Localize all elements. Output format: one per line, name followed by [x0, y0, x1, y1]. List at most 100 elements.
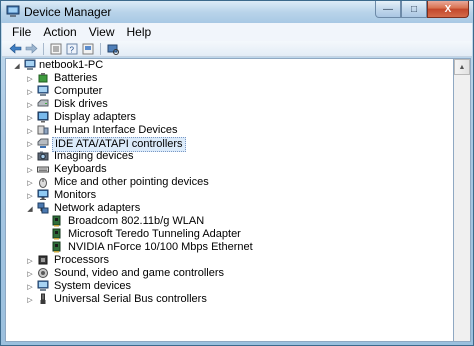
properties-button[interactable]	[49, 42, 63, 55]
forward-button[interactable]	[24, 42, 38, 55]
minimize-button[interactable]: —	[375, 1, 401, 18]
expand-arrow-icon[interactable]: ▷	[26, 269, 34, 278]
close-icon: X	[444, 3, 452, 15]
collapse-arrow-icon[interactable]: ◢	[26, 204, 34, 213]
expand-arrow-icon[interactable]: ▷	[26, 74, 34, 83]
tree-child-teredo[interactable]: Microsoft Teredo Tunneling Adapter	[6, 228, 446, 241]
expand-arrow-icon[interactable]: ▷	[26, 139, 34, 148]
camera-icon	[37, 151, 49, 161]
system-device-icon	[37, 280, 49, 291]
usb-icon	[40, 293, 46, 304]
menu-file[interactable]: File	[6, 25, 37, 39]
monitor-icon	[37, 189, 49, 200]
computer-icon	[37, 85, 49, 96]
expand-arrow-icon[interactable]: ▷	[26, 282, 34, 291]
caption-buttons: — □ X	[375, 1, 469, 19]
back-button[interactable]	[8, 42, 22, 55]
help-icon: ?	[66, 43, 78, 54]
tree-item-label: Processors	[54, 254, 110, 266]
mouse-icon	[39, 178, 47, 188]
tree-item-label: Batteries	[54, 72, 98, 84]
tree-item-batteries[interactable]: ▷ Batteries	[6, 72, 446, 85]
properties-icon	[50, 43, 62, 54]
expand-arrow-icon[interactable]: ▷	[26, 152, 34, 161]
tree-item-keyboards[interactable]: ▷ Keyboards	[6, 163, 446, 176]
tree-item-label: Imaging devices	[54, 150, 134, 162]
scroll-up-arrow-icon: ▲	[458, 63, 466, 71]
tree-item-system-devices[interactable]: ▷ System devices	[6, 280, 446, 293]
toolbar: ?	[2, 41, 472, 57]
expand-arrow-icon[interactable]: ▷	[26, 256, 34, 265]
title-bar[interactable]: Device Manager — □ X	[1, 1, 473, 23]
tree-root-label: netbook1-PC	[39, 59, 104, 71]
ide-controller-icon	[37, 138, 49, 148]
minimize-icon: —	[383, 3, 393, 15]
expand-arrow-icon[interactable]: ▷	[26, 165, 34, 174]
window-title: Device Manager	[24, 5, 112, 19]
menu-help[interactable]: Help	[121, 25, 158, 39]
computer-root-icon	[24, 59, 36, 70]
tree-item-label: Sound, video and game controllers	[54, 267, 224, 279]
tree-root[interactable]: ◢ netbook1-PC	[6, 59, 446, 72]
tree-item-sound[interactable]: ▷ Sound, video and game controllers	[6, 267, 446, 280]
tree-item-network-adapters[interactable]: ◢ Network adapters	[6, 202, 446, 215]
tree-item-human-interface-devices[interactable]: ▷ Human Interface Devices	[6, 124, 446, 137]
tree-item-label: Keyboards	[54, 163, 107, 175]
sound-icon	[38, 268, 48, 278]
expand-arrow-icon[interactable]: ▷	[26, 100, 34, 109]
tree-item-label: Mice and other pointing devices	[54, 176, 209, 188]
device-manager-window: Device Manager — □ X File Action View He…	[0, 0, 474, 346]
tree-item-disk-drives[interactable]: ▷ Disk drives	[6, 98, 446, 111]
show-hidden-icon	[82, 43, 94, 54]
network-card-icon	[52, 228, 61, 240]
expand-arrow-icon[interactable]: ▷	[26, 113, 34, 122]
tree-item-label: Human Interface Devices	[54, 124, 178, 136]
expand-arrow-icon[interactable]: ▷	[26, 295, 34, 304]
maximize-button[interactable]: □	[401, 1, 427, 18]
tree-item-label: System devices	[54, 280, 132, 292]
help-button[interactable]: ?	[65, 42, 79, 55]
back-arrow-icon	[9, 43, 21, 54]
close-button[interactable]: X	[427, 1, 469, 18]
expand-arrow-icon[interactable]: ▷	[26, 126, 34, 135]
tree-item-label: Network adapters	[54, 202, 141, 214]
tree-child-label: Broadcom 802.11b/g WLAN	[68, 215, 205, 227]
menu-action[interactable]: Action	[37, 25, 82, 39]
tree-item-processors[interactable]: ▷ Processors	[6, 254, 446, 267]
network-card-icon	[52, 241, 61, 253]
scan-hardware-button[interactable]	[106, 42, 120, 55]
show-hidden-button[interactable]	[81, 42, 95, 55]
expand-arrow-icon[interactable]: ▷	[26, 178, 34, 187]
tree-item-computer[interactable]: ▷ Computer	[6, 85, 446, 98]
vertical-scrollbar[interactable]: ▲	[454, 58, 471, 342]
display-adapter-icon	[37, 111, 49, 123]
tree-item-monitors[interactable]: ▷ Monitors	[6, 189, 446, 202]
battery-icon	[38, 73, 48, 83]
network-adapter-icon	[37, 202, 49, 214]
tree-item-mice[interactable]: ▷ Mice and other pointing devices	[6, 176, 446, 189]
tree-child-nvidia[interactable]: NVIDIA nForce 10/100 Mbps Ethernet	[6, 241, 446, 254]
expand-arrow-icon[interactable]: ▷	[26, 191, 34, 200]
expand-arrow-icon[interactable]: ▷	[26, 87, 34, 96]
menu-view[interactable]: View	[83, 25, 121, 39]
toolbar-separator	[100, 42, 101, 55]
menu-bar: File Action View Help	[2, 23, 472, 41]
tree-item-label: Display adapters	[54, 111, 136, 123]
tree-item-display-adapters[interactable]: ▷ Display adapters	[6, 111, 446, 124]
scroll-up-button[interactable]: ▲	[454, 59, 470, 75]
processor-icon	[38, 255, 48, 265]
scan-hardware-icon	[107, 44, 119, 55]
tree-child-label: NVIDIA nForce 10/100 Mbps Ethernet	[68, 241, 253, 253]
keyboard-icon	[37, 166, 49, 173]
hid-icon	[37, 125, 49, 135]
tree-item-ide-controllers[interactable]: ▷ IDE ATA/ATAPI controllers	[6, 137, 446, 152]
tree-child-label: Microsoft Teredo Tunneling Adapter	[68, 228, 241, 240]
disk-drive-icon	[37, 99, 49, 107]
network-card-icon	[52, 215, 61, 227]
tree-child-broadcom[interactable]: Broadcom 802.11b/g WLAN	[6, 215, 446, 228]
maximize-icon: □	[410, 3, 418, 15]
tree-item-usb-controllers[interactable]: ▷ Universal Serial Bus controllers	[6, 293, 446, 306]
collapse-arrow-icon[interactable]: ◢	[13, 61, 21, 70]
tree-item-imaging-devices[interactable]: ▷ Imaging devices	[6, 150, 446, 163]
device-tree-panel[interactable]: ◢ netbook1-PC ▷ Batteries ▷ Computer ▷ D…	[5, 58, 454, 342]
